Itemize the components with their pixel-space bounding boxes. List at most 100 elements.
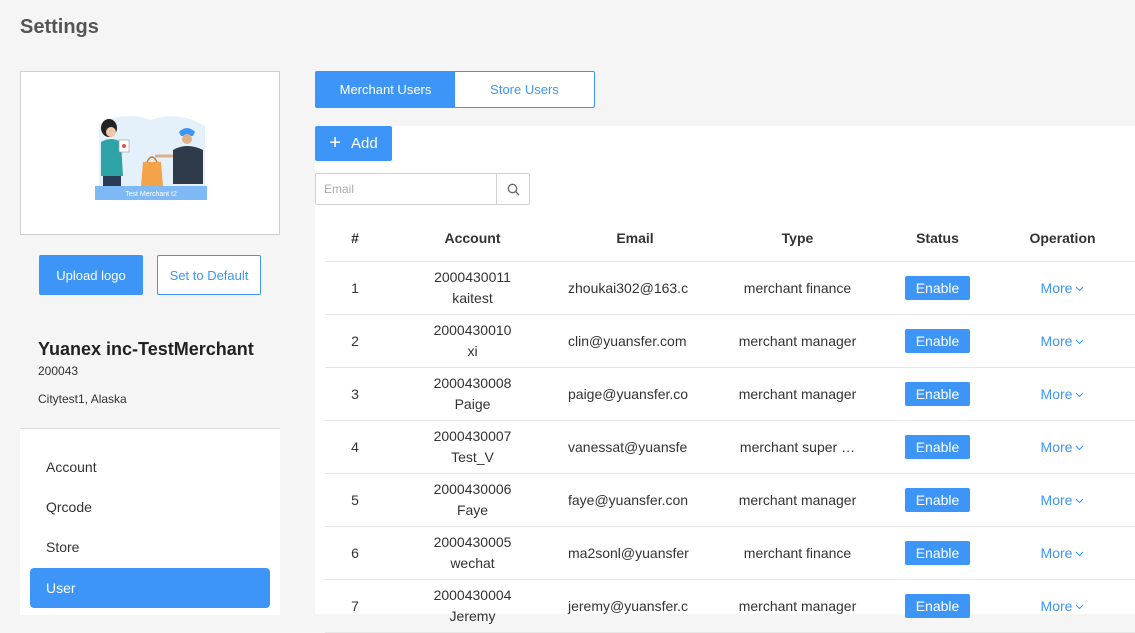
tab-merchant-users[interactable]: Merchant Users <box>316 72 455 107</box>
account-name: wechat <box>450 555 495 571</box>
settings-nav: Account Qrcode Store User <box>20 428 280 615</box>
more-label: More <box>1040 598 1073 614</box>
table-row: 1 2000430011 kaitest zhoukai302@163.c mer… <box>325 261 1135 315</box>
row-email: clin@yuansfer.com <box>560 314 710 368</box>
nav-item-user[interactable]: User <box>30 568 270 608</box>
user-type-tabs: Merchant Users Store Users <box>315 71 595 108</box>
account-id: 2000430006 <box>433 481 512 497</box>
chevron-down-icon <box>1076 339 1084 345</box>
row-type: merchant manager <box>710 473 885 527</box>
add-user-button[interactable]: + Add <box>315 126 392 161</box>
account-name: Paige <box>454 396 491 412</box>
row-index: 1 <box>325 261 385 315</box>
status-badge[interactable]: Enable <box>904 541 971 565</box>
merchant-logo-image: Test Merchant t2 <box>95 115 207 200</box>
column-header-status: Status <box>885 214 990 262</box>
row-account: 2000430008 Paige <box>385 367 560 421</box>
tab-store-users[interactable]: Store Users <box>455 72 594 107</box>
status-badge[interactable]: Enable <box>904 382 971 406</box>
table-row: 2 2000430010 xi clin@yuansfer.com merchan… <box>325 314 1135 368</box>
email-search-input[interactable] <box>316 174 496 204</box>
row-operation: More <box>990 261 1135 315</box>
search-icon[interactable] <box>496 174 529 204</box>
logo-caption: Test Merchant t2 <box>125 191 177 198</box>
more-label: More <box>1040 386 1073 402</box>
more-dropdown[interactable]: More <box>1041 333 1085 349</box>
more-dropdown[interactable]: More <box>1041 386 1085 402</box>
row-status: Enable <box>885 526 990 580</box>
row-email: vanessat@yuansfe <box>560 420 710 474</box>
status-badge[interactable]: Enable <box>904 435 971 459</box>
nav-item-qrcode[interactable]: Qrcode <box>30 487 270 527</box>
row-operation: More <box>990 420 1135 474</box>
row-status: Enable <box>885 579 990 633</box>
column-header-index: # <box>325 214 385 262</box>
table-row: 3 2000430008 Paige paige@yuansfer.co merc… <box>325 367 1135 421</box>
chevron-down-icon <box>1076 392 1084 398</box>
row-email: jeremy@yuansfer.c <box>560 579 710 633</box>
chevron-down-icon <box>1076 498 1084 504</box>
column-header-email: Email <box>560 214 710 262</box>
account-name: Test_V <box>451 449 494 465</box>
row-index: 7 <box>325 579 385 633</box>
add-button-label: Add <box>350 135 378 152</box>
upload-logo-button[interactable]: Upload logo <box>39 255 143 295</box>
row-type: merchant manager <box>710 367 885 421</box>
column-header-type: Type <box>710 214 885 262</box>
more-label: More <box>1040 280 1073 296</box>
nav-item-account[interactable]: Account <box>30 447 270 487</box>
chevron-down-icon <box>1076 445 1084 451</box>
more-dropdown[interactable]: More <box>1041 492 1085 508</box>
status-badge[interactable]: Enable <box>904 329 971 353</box>
users-table: # Account Email Type Status Operation 1 … <box>325 214 1135 633</box>
row-email: faye@yuansfer.con <box>560 473 710 527</box>
account-name: Jeremy <box>449 608 496 624</box>
more-dropdown[interactable]: More <box>1041 439 1085 455</box>
account-id: 2000430005 <box>433 534 512 550</box>
row-status: Enable <box>885 420 990 474</box>
merchant-logo-card: Test Merchant t2 <box>20 71 280 235</box>
merchant-location: Citytest1, Alaska <box>38 392 127 406</box>
status-badge[interactable]: Enable <box>904 276 971 300</box>
row-index: 5 <box>325 473 385 527</box>
status-badge[interactable]: Enable <box>904 594 971 618</box>
row-operation: More <box>990 473 1135 527</box>
row-account: 2000430011 kaitest <box>385 261 560 315</box>
more-label: More <box>1040 492 1073 508</box>
set-default-button[interactable]: Set to Default <box>157 255 261 295</box>
table-row: 7 2000430004 Jeremy jeremy@yuansfer.c mer… <box>325 579 1135 633</box>
more-dropdown[interactable]: More <box>1041 545 1085 561</box>
row-index: 3 <box>325 367 385 421</box>
row-index: 2 <box>325 314 385 368</box>
row-index: 6 <box>325 526 385 580</box>
status-badge[interactable]: Enable <box>904 488 971 512</box>
row-operation: More <box>990 314 1135 368</box>
chevron-down-icon <box>1076 551 1084 557</box>
row-status: Enable <box>885 367 990 421</box>
merchant-name: Yuanex inc-TestMerchant <box>38 339 254 359</box>
row-account: 2000430007 Test_V <box>385 420 560 474</box>
account-id: 2000430008 <box>433 375 512 391</box>
account-id: 2000430010 <box>433 322 512 338</box>
account-name: xi <box>467 343 478 359</box>
nav-item-store[interactable]: Store <box>30 527 270 567</box>
more-label: More <box>1040 439 1073 455</box>
row-type: merchant finance <box>710 526 885 580</box>
row-email: ma2sonl@yuansfer <box>560 526 710 580</box>
row-status: Enable <box>885 473 990 527</box>
more-dropdown[interactable]: More <box>1041 280 1085 296</box>
table-row: 6 2000430005 wechat ma2sonl@yuansfer merc… <box>325 526 1135 580</box>
row-status: Enable <box>885 314 990 368</box>
row-type: merchant manager <box>710 579 885 633</box>
merchant-id: 200043 <box>38 364 79 378</box>
row-type: merchant finance <box>710 261 885 315</box>
row-status: Enable <box>885 261 990 315</box>
more-dropdown[interactable]: More <box>1041 598 1085 614</box>
account-name: Faye <box>456 502 489 518</box>
row-email: zhoukai302@163.c <box>560 261 710 315</box>
account-name: kaitest <box>452 290 493 306</box>
row-account: 2000430005 wechat <box>385 526 560 580</box>
account-id: 2000430011 <box>434 269 511 285</box>
chevron-down-icon <box>1076 286 1084 292</box>
table-header-row: # Account Email Type Status Operation <box>325 214 1135 262</box>
